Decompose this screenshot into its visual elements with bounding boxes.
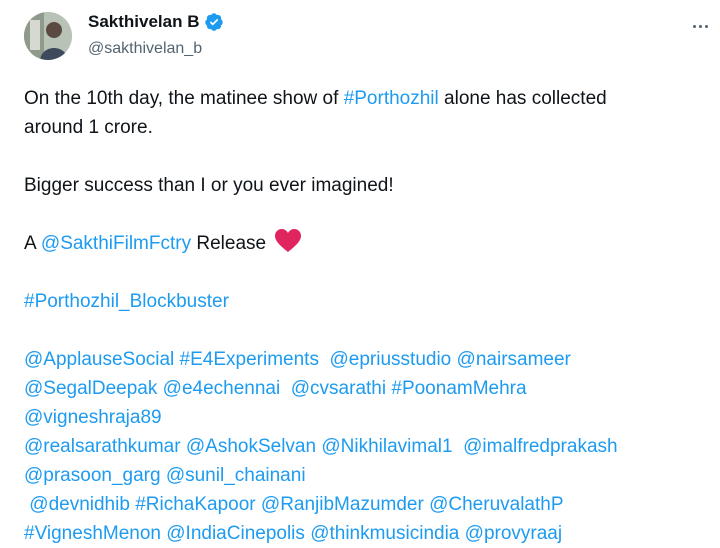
tag-link[interactable]: #VigneshMenon (24, 523, 161, 544)
avatar-photo (24, 12, 72, 60)
tweet-line: around 1 crore. (24, 117, 153, 138)
tag-link[interactable]: #E4Experiments (180, 349, 319, 370)
tags-line: @devnidhib #RichaKapoor @RanjibMazumder … (24, 490, 704, 519)
tag-link[interactable]: @cvsarathi (291, 378, 386, 399)
tag-link[interactable]: @IndiaCinepolis (166, 523, 305, 544)
tag-link[interactable]: @vigneshraja89 (24, 407, 162, 428)
tag-link[interactable]: #PoonamMehra (391, 378, 526, 399)
tag-link[interactable]: @ApplauseSocial (24, 349, 174, 370)
author-display-name[interactable]: Sakthivelan B (88, 12, 200, 32)
hashtag-link[interactable]: #Porthozhil_Blockbuster (24, 291, 229, 312)
tag-link[interactable]: @CheruvalathP (429, 494, 563, 515)
tweet-text-span: A (24, 233, 41, 254)
author-name-row: Sakthivelan B (88, 12, 224, 32)
tweet-line: On the 10th day, the matinee show of #Po… (24, 84, 704, 113)
tweet-text-span: On the 10th day, the matinee show of (24, 88, 344, 109)
heart-emoji-icon (275, 229, 302, 252)
tags-line: @realsarathkumar @AshokSelvan @Nikhilavi… (24, 432, 704, 461)
tags-line: @ApplauseSocial #E4Experiments @epriusst… (24, 345, 704, 374)
tag-link[interactable]: @AshokSelvan (186, 436, 316, 457)
tag-link[interactable]: @Nikhilavimal1 (321, 436, 452, 457)
tags-line: #VigneshMenon @IndiaCinepolis @thinkmusi… (24, 519, 704, 548)
tweet-text-span: Release (191, 233, 272, 254)
tag-link[interactable]: @devnidhib (29, 494, 130, 515)
tweet-line: #Porthozhil_Blockbuster (24, 287, 704, 316)
verified-badge-icon (204, 13, 223, 31)
tag-link[interactable]: @thinkmusicindia (310, 523, 459, 544)
tag-link[interactable]: @e4echennai (163, 378, 281, 399)
tags-line: @SegalDeepak @e4echennai @cvsarathi #Poo… (24, 374, 704, 403)
tag-link[interactable]: @nairsameer (457, 349, 571, 370)
more-options-icon[interactable] (688, 14, 712, 38)
avatar[interactable] (24, 12, 72, 60)
tag-link[interactable]: @prasoon_garg (24, 465, 161, 486)
tag-link[interactable]: @epriusstudio (330, 349, 452, 370)
tag-link[interactable]: @imalfredprakash (463, 436, 617, 457)
mention-link[interactable]: @SakthiFilmFctry (41, 233, 191, 254)
dot (692, 24, 696, 28)
author-handle[interactable]: @sakthivelan_b (88, 40, 202, 58)
hashtag-link[interactable]: #Porthozhil (344, 88, 439, 109)
tweet-line: A @SakthiFilmFctry Release (24, 229, 704, 258)
tag-link[interactable]: #RichaKapoor (135, 494, 255, 515)
tag-link[interactable]: @provyraaj (465, 523, 562, 544)
dot (698, 24, 702, 28)
tweet-text-span: alone has collected (438, 88, 607, 109)
tag-link[interactable]: @sunil_chainani (166, 465, 306, 486)
tags-line: @vigneshraja89 (24, 403, 704, 432)
tag-link[interactable]: @realsarathkumar (24, 436, 181, 457)
tags-line: @prasoon_garg @sunil_chainani (24, 461, 704, 490)
tweet-line: Bigger success than I or you ever imagin… (24, 175, 394, 196)
tweet-text: On the 10th day, the matinee show of #Po… (24, 84, 704, 548)
dot (704, 24, 708, 28)
tag-link[interactable]: @SegalDeepak (24, 378, 157, 399)
tag-link[interactable]: @RanjibMazumder (261, 494, 424, 515)
